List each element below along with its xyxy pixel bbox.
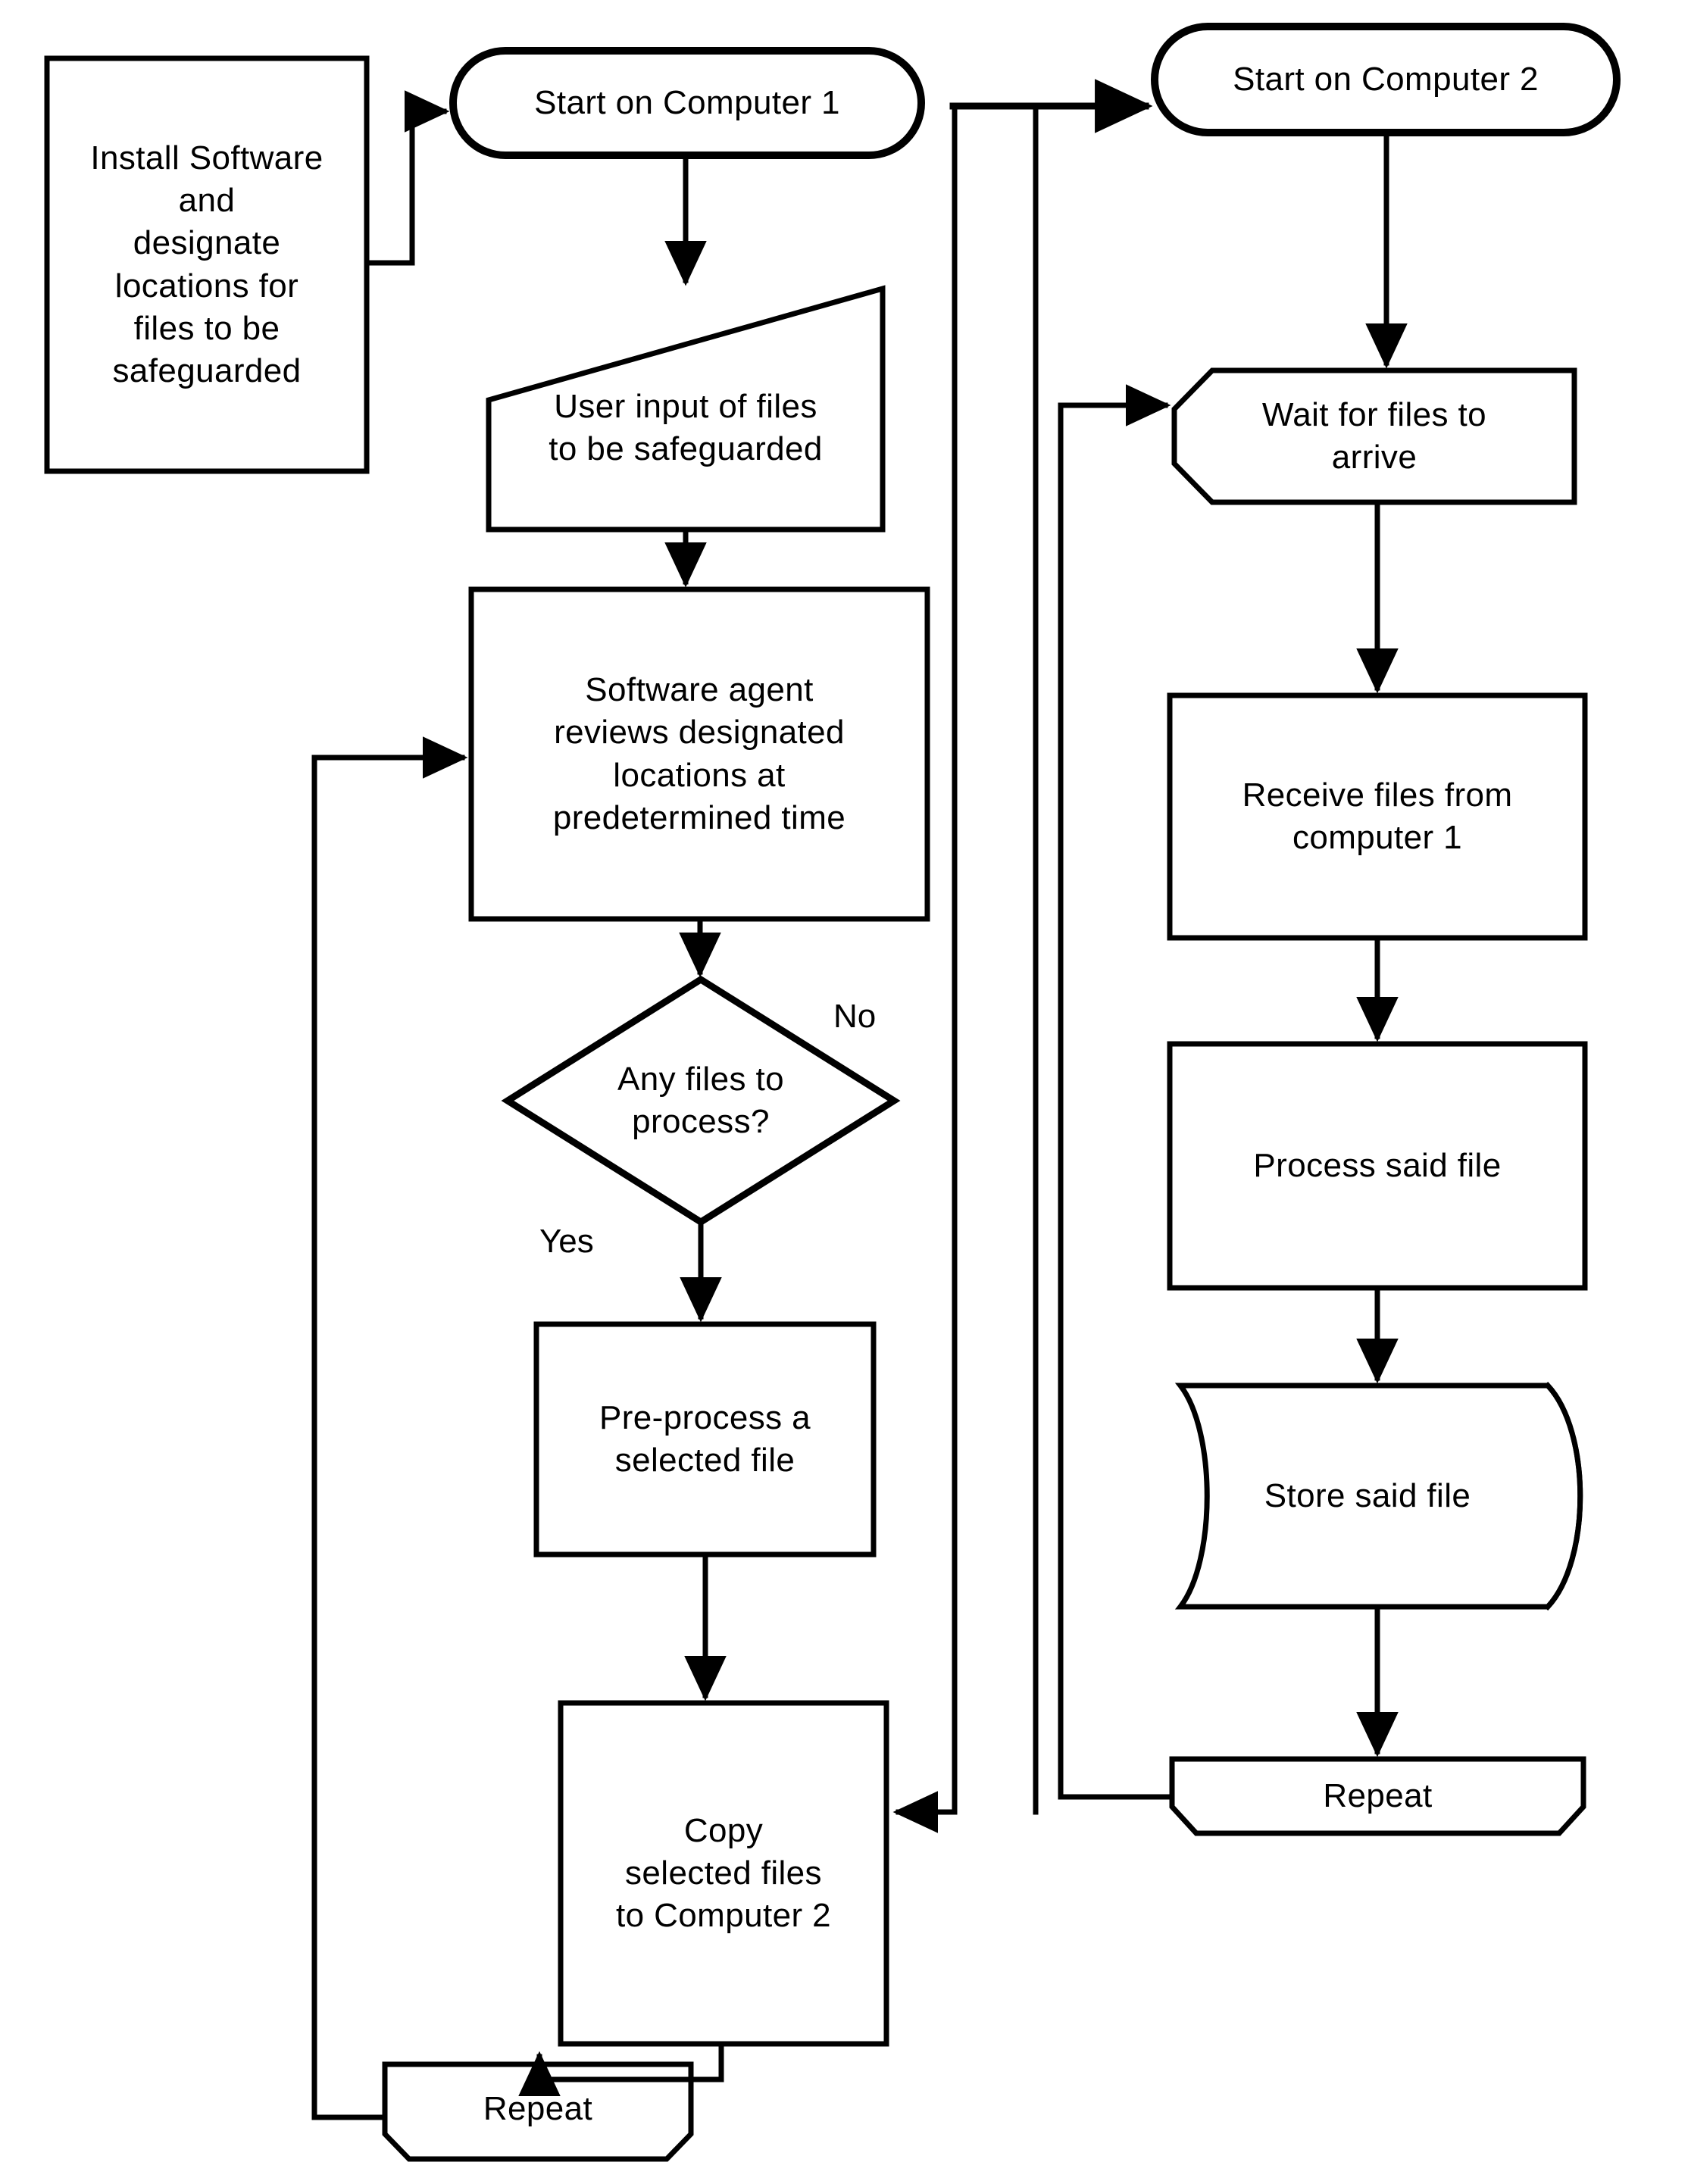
shape-receive (1167, 692, 1588, 941)
edge-repeat-right-to-wait (1058, 384, 1175, 1800)
shape-user-input (486, 285, 886, 533)
shape-process (1167, 1041, 1588, 1291)
edge-label-yes: Yes (539, 1223, 594, 1260)
edge-trunk-left-vertical (892, 103, 958, 1833)
edge-install-to-start1 (364, 90, 450, 266)
shape-install (44, 55, 370, 474)
shape-wait (1171, 367, 1577, 505)
flowchart-graphics (44, 23, 1621, 2162)
edge-label-no: No (833, 998, 877, 1035)
shape-start2 (1151, 23, 1621, 136)
edge-repeat-left-to-agent (311, 736, 468, 2120)
shape-repeat-right (1169, 1756, 1586, 1836)
shape-start1 (449, 47, 925, 159)
shape-preprocess (533, 1321, 877, 1558)
flowchart-canvas: Install Software and designate locations… (0, 0, 1691, 2184)
shape-store (1174, 1383, 1583, 1610)
shape-copy (558, 1700, 889, 2047)
shape-agent-review (468, 586, 930, 922)
